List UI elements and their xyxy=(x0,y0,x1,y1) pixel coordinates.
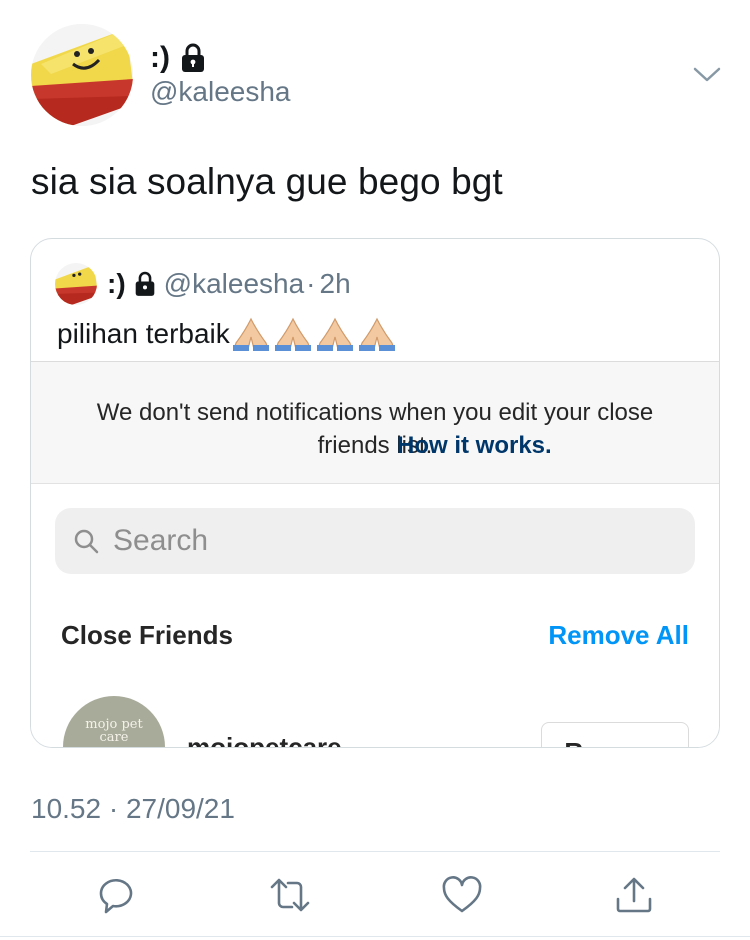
mojopetcare-avatar-text: mojo pet care xyxy=(85,717,143,745)
quoted-tweet-text: pilihan terbaik xyxy=(57,318,230,349)
lock-icon xyxy=(135,271,154,296)
cake-slice-avatar-image xyxy=(31,24,133,126)
mojopetcare-username: mojopetcare xyxy=(187,732,342,748)
quoted-separator: · xyxy=(306,268,316,299)
search-icon xyxy=(74,529,99,554)
search-placeholder: Search xyxy=(113,524,209,557)
remove-all-link: Remove All xyxy=(548,620,689,650)
author-display-name[interactable]: :) xyxy=(150,41,170,75)
divider xyxy=(0,936,750,937)
quoted-tweet-text-row: pilihan terbaik xyxy=(57,315,398,353)
folded-hands-emoji-icon xyxy=(316,317,353,351)
tweet-text: sia sia soalnya gue bego bgt xyxy=(31,161,503,202)
share-icon[interactable] xyxy=(612,873,656,917)
close-friends-title: Close Friends xyxy=(61,620,233,650)
emoji-row xyxy=(230,315,398,353)
search-bar: Search xyxy=(55,508,695,574)
reply-icon[interactable] xyxy=(95,873,139,917)
close-friends-notice: We don't send notifications when you edi… xyxy=(31,362,719,484)
folded-hands-emoji-icon xyxy=(358,317,395,351)
mojopetcare-avatar: mojo pet care xyxy=(63,696,165,747)
how-it-works-link: How it works. xyxy=(397,432,552,459)
folded-hands-emoji-icon xyxy=(274,317,311,351)
quoted-handle: @kaleesha xyxy=(163,268,305,299)
like-icon[interactable] xyxy=(440,873,484,917)
quoted-time: 2h xyxy=(319,268,351,299)
author-avatar[interactable] xyxy=(31,24,133,126)
divider xyxy=(30,851,720,852)
remove-button: Remove xyxy=(541,722,689,747)
chevron-down-icon[interactable] xyxy=(690,58,724,92)
author-handle[interactable]: @kaleesha xyxy=(150,76,291,108)
cake-slice-avatar-image xyxy=(55,263,97,305)
quoted-screenshot: We don't send notifications when you edi… xyxy=(31,361,719,748)
lock-icon xyxy=(181,43,204,72)
quoted-tweet-card[interactable]: :) @kaleesha · 2h pilihan terbaik We don't… xyxy=(30,238,720,748)
quoted-author-avatar xyxy=(55,263,97,305)
folded-hands-emoji-icon xyxy=(232,317,269,351)
retweet-icon[interactable] xyxy=(268,873,312,917)
tweet-timestamp[interactable]: 10.52 · 27/09/21 xyxy=(31,793,235,825)
notice-text: We don't send notifications when you edi… xyxy=(96,399,654,459)
quoted-display-name: :) xyxy=(107,268,126,299)
